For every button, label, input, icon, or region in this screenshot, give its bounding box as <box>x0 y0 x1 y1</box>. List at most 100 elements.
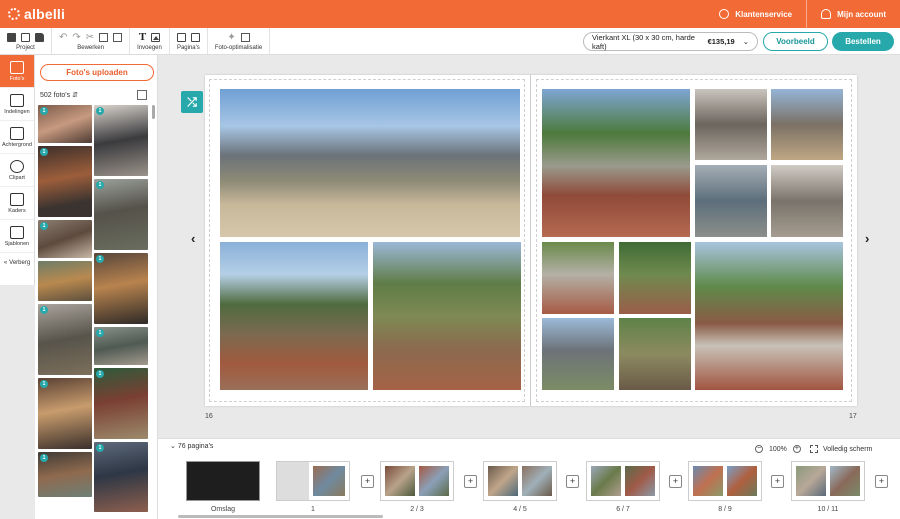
thumbnail-label: 2 / 3 <box>410 506 424 513</box>
photo-dinosaur-child-2[interactable] <box>373 242 521 390</box>
sort-icon: ⇵ <box>72 92 78 99</box>
cut-icon[interactable]: ✂ <box>86 32 94 42</box>
photo-count[interactable]: 502 foto's ⇵ <box>40 91 78 99</box>
photo-helicopter-child[interactable] <box>542 318 614 390</box>
next-page-arrow[interactable]: › <box>865 231 869 246</box>
text-icon[interactable]: T <box>139 31 146 42</box>
photo-thumbnail[interactable]: 1 <box>94 105 148 176</box>
usage-badge: 1 <box>40 148 48 156</box>
thumbnail-spread[interactable]: 8 / 9 <box>688 461 762 513</box>
photo-dinosaur-child-1[interactable] <box>220 242 368 390</box>
photo-dinosaur-park[interactable] <box>619 242 691 314</box>
remove-page-icon[interactable] <box>190 32 200 42</box>
add-page-button[interactable]: + <box>566 475 579 488</box>
photo-thumbnail[interactable]: 1 <box>94 253 148 324</box>
product-selector[interactable]: Vierkant XL (30 x 30 cm, harde kaft) €13… <box>583 32 758 51</box>
grid-view-icon[interactable] <box>137 90 147 100</box>
preview-button[interactable]: Voorbeeld <box>763 32 828 51</box>
shuffle-button[interactable]: ⤮ <box>181 91 203 113</box>
photo-helicopter-dinosaur[interactable] <box>220 89 520 237</box>
photo-trex-jeep[interactable] <box>542 89 690 237</box>
open-folder-icon[interactable] <box>35 32 44 42</box>
add-page-button[interactable]: + <box>875 475 888 488</box>
albelli-logo[interactable]: albelli <box>8 6 65 22</box>
thumbnail-spread[interactable]: 6 / 7 <box>586 461 660 513</box>
thumbnail-spread[interactable]: 4 / 5 <box>483 461 557 513</box>
magic-wand-icon[interactable]: ✦ <box>227 32 235 42</box>
save-icon[interactable] <box>7 32 16 42</box>
thumbnail-spread[interactable]: 2 / 3 <box>380 461 454 513</box>
hide-label: Verberg <box>9 260 31 266</box>
usage-badge: 1 <box>96 255 104 263</box>
photo-thumbnail[interactable]: 1 <box>94 442 148 512</box>
nav-layouts[interactable]: Indelingen <box>0 88 34 121</box>
fullscreen-button[interactable]: Volledig scherm <box>810 445 872 453</box>
photo-thumbnail[interactable]: 1 <box>38 105 92 143</box>
nav-label: Foto's <box>9 75 25 82</box>
toolbar-group-edit: ↶ ↷ ✂ Bewerken <box>52 28 131 54</box>
undo-icon[interactable]: ↶ <box>59 32 67 42</box>
photo-museum-2[interactable] <box>771 165 843 237</box>
thumbnail-cover[interactable]: Omslag <box>186 461 260 513</box>
photo-thumbnail[interactable]: 1 <box>38 220 92 258</box>
zoom-in-icon[interactable]: + <box>792 445 801 453</box>
hide-panel-button[interactable]: « Verberg <box>0 253 34 273</box>
nav-templates[interactable]: Sjablonen <box>0 220 34 253</box>
photo-dinosaur-fence[interactable] <box>619 318 691 390</box>
add-page-icon[interactable] <box>176 32 186 42</box>
pages-count-toggle[interactable]: ⌄ 76 pagina's <box>170 442 213 450</box>
order-button[interactable]: Bestellen <box>832 32 894 51</box>
product-price: €135,19 <box>707 37 735 46</box>
new-project-icon[interactable] <box>21 32 30 42</box>
photo-car-slide[interactable] <box>542 242 614 314</box>
photo-thumbnail[interactable]: 1 <box>38 452 92 497</box>
nav-clipart[interactable]: Clipart <box>0 154 34 187</box>
redo-icon[interactable]: ↷ <box>72 32 80 42</box>
previous-page-arrow[interactable]: ‹ <box>191 231 195 246</box>
filmstrip-scrollbar[interactable] <box>178 515 383 518</box>
usage-badge: 1 <box>40 107 48 115</box>
my-account-label: Mijn account <box>837 9 886 19</box>
photo-thumbnail[interactable]: 1 <box>38 146 92 217</box>
upload-photos-button[interactable]: Foto's uploaden <box>40 64 154 81</box>
toolbar-group-label: Pagina's <box>176 45 200 51</box>
image-icon[interactable] <box>151 32 161 42</box>
add-page-button[interactable]: + <box>464 475 477 488</box>
paste-icon[interactable] <box>113 32 123 42</box>
add-page-button[interactable]: + <box>669 475 682 488</box>
nav-photos[interactable]: Foto's <box>0 55 34 88</box>
photo-thumbnail[interactable]: 1 <box>38 304 92 375</box>
toolbar-group-project: Project <box>0 28 52 54</box>
add-page-button[interactable]: + <box>771 475 784 488</box>
photo-playground[interactable] <box>695 242 843 390</box>
photo-cockpit[interactable] <box>695 165 767 237</box>
photo-dig-site[interactable] <box>771 89 843 160</box>
zoom-out-icon[interactable]: − <box>755 445 763 453</box>
usage-badge: 1 <box>96 444 104 452</box>
thumbnail-page[interactable]: 1 <box>276 461 350 513</box>
photo-thumbnail[interactable]: 1 <box>94 368 148 439</box>
layouts-icon <box>10 93 24 107</box>
page-preview <box>591 466 621 496</box>
nav-frames[interactable]: Kaders <box>0 187 34 220</box>
page-fold <box>530 75 531 406</box>
my-account-link[interactable]: Mijn account <box>807 0 900 28</box>
photo-thumbnail[interactable]: 1 <box>38 378 92 449</box>
nav-background[interactable]: Achtergrond <box>0 121 34 154</box>
trash-icon[interactable] <box>240 32 250 42</box>
nav-label: Sjablonen <box>4 240 30 247</box>
usage-badge: 1 <box>96 329 104 337</box>
photo-thumbnail[interactable] <box>38 261 92 301</box>
chevron-down-icon: ⌄ <box>742 37 749 46</box>
photo-thumbnail[interactable]: 1 <box>94 179 148 250</box>
headset-icon <box>719 9 730 19</box>
customer-service-link[interactable]: Klantenservice <box>705 0 806 28</box>
page-preview <box>727 466 757 496</box>
thumbnail-spread[interactable]: 10 / 11 <box>791 461 865 513</box>
shuffle-icon: ⤮ <box>187 94 197 109</box>
photo-thumbnail[interactable]: 1 <box>94 327 148 365</box>
add-page-button[interactable]: + <box>361 475 374 488</box>
copy-icon[interactable] <box>99 32 109 42</box>
photo-museum-1[interactable] <box>695 89 767 160</box>
panel-scrollbar[interactable] <box>152 105 155 119</box>
